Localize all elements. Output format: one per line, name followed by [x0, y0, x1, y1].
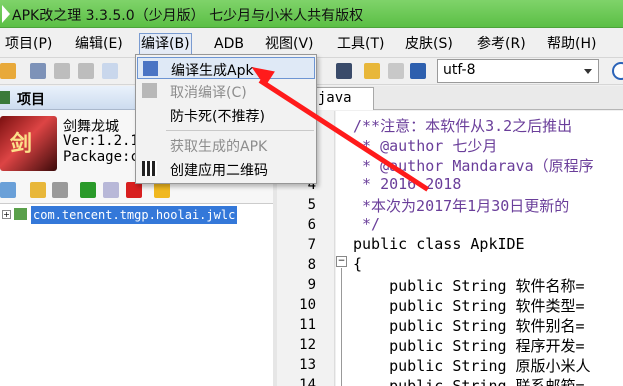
code-line: public String 程序开发=	[353, 337, 585, 355]
line-number: 9	[307, 277, 316, 293]
code-line: *本次为2017年1月30日更新的	[353, 197, 570, 215]
fold-guide	[341, 268, 342, 386]
line-number: 10	[299, 297, 316, 313]
expand-icon[interactable]: +	[2, 210, 11, 219]
line-number: 6	[307, 217, 316, 233]
refresh-tree-icon[interactable]	[0, 182, 16, 198]
line-number: 11	[299, 317, 316, 333]
menu-item-label: 防卡死(不推荐)	[170, 109, 265, 125]
settings-icon[interactable]	[410, 63, 426, 79]
app-package: Package:c	[63, 149, 139, 165]
line-number: 14	[299, 377, 316, 386]
menu-build[interactable]: 编译(B)	[139, 33, 192, 55]
code-line: public String 软件类型=	[353, 297, 585, 315]
app-launcher-icon: 剑	[0, 116, 57, 171]
menu-reference[interactable]: 参考(R)	[476, 34, 527, 56]
window-title: APK改之理 3.3.5.0（少月版） 七少月与小米人共有版权	[12, 8, 364, 24]
favorite-icon[interactable]	[154, 182, 170, 198]
line-number: 5	[307, 197, 316, 213]
folder-icon	[14, 208, 27, 220]
code-line: public String 联系邮箱=	[353, 377, 585, 386]
project-icon	[0, 91, 10, 104]
delete-icon[interactable]	[126, 182, 142, 198]
app-icon	[2, 5, 10, 23]
menu-item-label: 创建应用二维码	[170, 163, 268, 179]
project-panel-title: 项目	[17, 92, 45, 108]
code-line: /**注意：本软件从3.2之后推出	[353, 117, 573, 135]
explore-icon[interactable]	[52, 182, 68, 198]
refresh-icon[interactable]	[612, 62, 623, 80]
chevron-down-icon	[584, 69, 592, 74]
save-icon[interactable]	[30, 63, 46, 79]
line-number: 8	[307, 257, 316, 273]
menu-item-get-apk[interactable]: 获取生成的APK	[137, 134, 315, 156]
code-line: public String 原版小米人	[353, 357, 591, 375]
encoding-select[interactable]: utf-8	[437, 59, 599, 83]
code-line: {	[353, 255, 363, 273]
line-number: 7	[307, 237, 316, 253]
menu-view[interactable]: 视图(V)	[264, 34, 315, 56]
menu-tools[interactable]: 工具(T)	[336, 34, 385, 56]
menu-item-create-qrcode[interactable]: 创建应用二维码	[137, 158, 315, 180]
project-tree	[0, 203, 273, 386]
menu-adb[interactable]: ADB	[213, 34, 245, 56]
code-line: public String 软件名称=	[353, 277, 585, 295]
menu-item-label: 编译生成Apk	[171, 63, 254, 79]
line-number: 13	[299, 357, 316, 373]
code-line: public String 软件别名=	[353, 317, 585, 335]
add-icon[interactable]	[80, 182, 96, 198]
rename-icon[interactable]	[103, 182, 119, 198]
menu-item-anti-freeze[interactable]: 防卡死(不推荐)	[137, 104, 315, 126]
build-menu-dropdown: 编译生成Apk 取消编译(C) 防卡死(不推荐) 获取生成的APK 创建应用二维…	[135, 54, 317, 184]
menu-item-label: 获取生成的APK	[170, 139, 268, 155]
code-line: */	[353, 215, 381, 233]
app-icon-glyph: 剑	[10, 132, 33, 157]
menu-edit[interactable]: 编辑(E)	[74, 34, 124, 56]
menu-item-label: 取消编译(C)	[170, 85, 247, 101]
title-bar: APK改之理 3.3.5.0（少月版） 七少月与小米人共有版权	[0, 0, 623, 28]
tree-item-package[interactable]: com.tencent.tmgp.hoolai.jwlc	[31, 206, 238, 224]
open-folder-icon[interactable]	[0, 63, 16, 79]
save-all-icon[interactable]	[54, 63, 70, 79]
close-file-icon[interactable]	[78, 63, 94, 79]
open-dir-icon[interactable]	[30, 182, 46, 198]
code-line: public class ApkIDE	[353, 235, 525, 253]
menu-item-build-apk[interactable]: 编译生成Apk	[137, 57, 315, 79]
menu-bar: 项目(P) 编辑(E) 编译(B) ADB 视图(V) 工具(T) 皮肤(S) …	[0, 31, 623, 56]
qrcode-icon	[142, 161, 157, 176]
menu-separator	[166, 130, 314, 131]
menu-skin[interactable]: 皮肤(S)	[404, 34, 454, 56]
cancel-build-icon	[142, 83, 157, 98]
bookmark-icon[interactable]	[388, 63, 404, 79]
menu-project[interactable]: 项目(P)	[4, 34, 53, 56]
line-number: 12	[299, 337, 316, 353]
copy-icon[interactable]	[102, 63, 118, 79]
goto-icon[interactable]	[364, 63, 380, 79]
encoding-value: utf-8	[443, 62, 476, 78]
find-icon[interactable]	[336, 63, 352, 79]
menu-help[interactable]: 帮助(H)	[546, 34, 597, 56]
build-apk-icon	[143, 61, 158, 76]
fold-toggle-icon[interactable]: −	[336, 256, 347, 267]
app-version: Ver:1.2.1	[63, 133, 139, 149]
